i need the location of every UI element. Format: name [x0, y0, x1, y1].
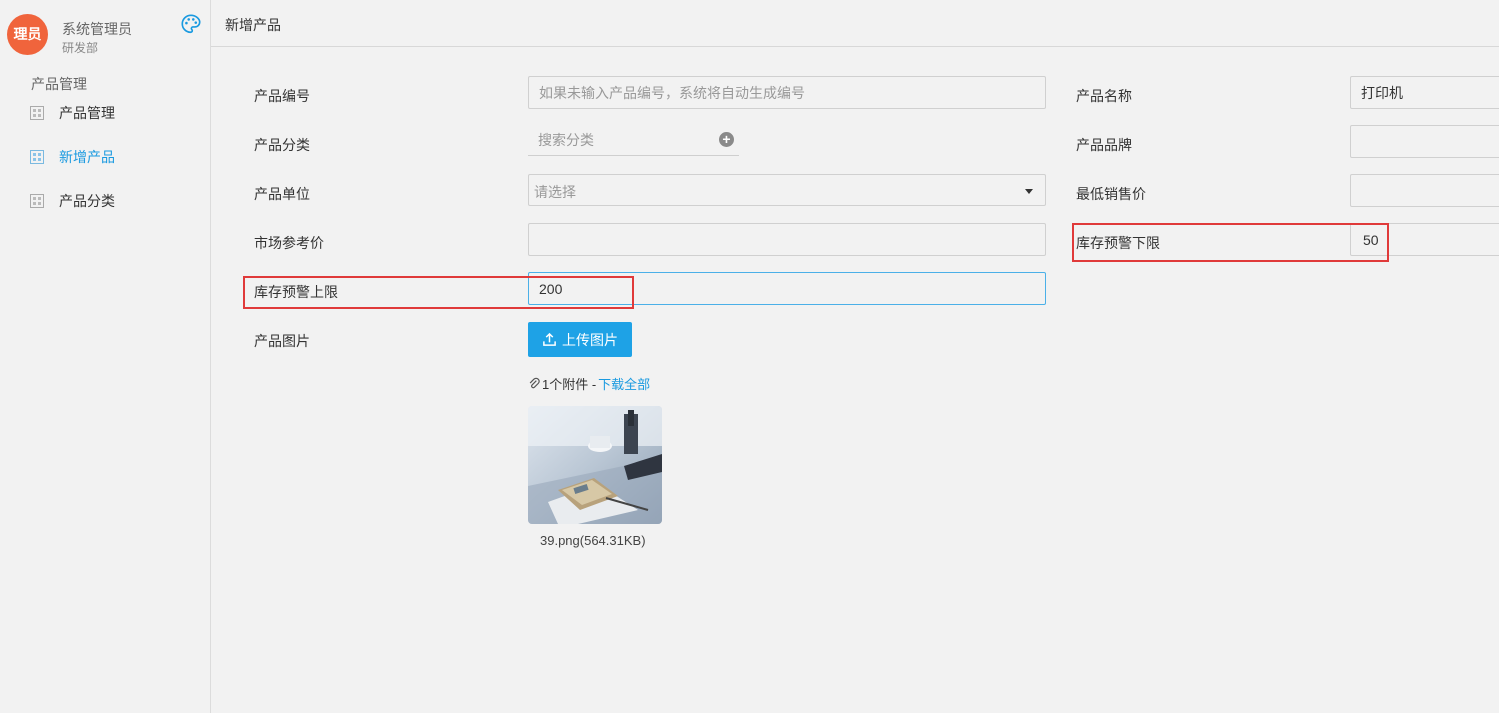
download-all-link[interactable]: 下载全部: [598, 374, 650, 393]
sidebar-item-label: 产品分类: [59, 193, 115, 209]
brand-label: 产品品牌: [1076, 137, 1132, 153]
sidebar-item-product-category[interactable]: 产品分类: [0, 181, 210, 221]
attachment-thumbnail[interactable]: [528, 406, 662, 524]
product-name-input[interactable]: [1350, 76, 1499, 109]
highlight-box: [1072, 223, 1389, 262]
add-category-icon[interactable]: +: [719, 132, 734, 147]
category-search: +: [528, 126, 739, 156]
upload-image-button[interactable]: 上传图片: [528, 322, 632, 357]
unit-select[interactable]: 请选择: [528, 174, 1046, 206]
category-search-input[interactable]: [528, 126, 708, 154]
product-code-label: 产品编号: [254, 88, 310, 104]
category-label: 产品分类: [254, 137, 310, 153]
product-form: 产品编号 产品名称 产品分类 + 产品品牌 产品单位 请选择 最低销售价 市场参…: [226, 62, 1499, 713]
min-price-input[interactable]: [1350, 174, 1499, 207]
user-dept: 研发部: [62, 41, 99, 55]
market-price-input[interactable]: [528, 223, 1046, 256]
attachment-count: 1个附件 -: [542, 377, 597, 392]
product-name-label: 产品名称: [1076, 88, 1132, 104]
nav-group-label: 产品管理: [31, 76, 87, 92]
office-photo-image: [528, 406, 662, 524]
sidebar-item-label: 新增产品: [59, 149, 115, 165]
chevron-down-icon: [1025, 189, 1033, 194]
market-price-label: 市场参考价: [254, 235, 324, 251]
highlight-box: [243, 276, 634, 309]
image-label: 产品图片: [254, 333, 310, 349]
user-name: 系统管理员: [62, 21, 132, 37]
upload-button-label: 上传图片: [562, 331, 618, 348]
paperclip-icon: [529, 377, 540, 389]
grid-icon: [30, 194, 44, 208]
grid-icon: [30, 150, 44, 164]
grid-icon: [30, 106, 44, 120]
palette-icon[interactable]: [180, 13, 202, 35]
sidebar-item-product-management[interactable]: 产品管理: [0, 93, 210, 133]
brand-input[interactable]: [1350, 125, 1499, 158]
min-price-label: 最低销售价: [1076, 186, 1146, 202]
page-header: 新增产品: [211, 0, 1499, 47]
sidebar: 理员 系统管理员 研发部 产品管理 产品管理 新增产品 产品分类: [0, 0, 211, 713]
upload-icon: [543, 332, 556, 346]
avatar[interactable]: 理员: [7, 14, 48, 55]
sidebar-item-label: 产品管理: [59, 105, 115, 121]
sidebar-item-add-product[interactable]: 新增产品: [0, 137, 210, 177]
page-title: 新增产品: [225, 17, 281, 33]
unit-label: 产品单位: [254, 186, 310, 202]
unit-select-value: 请选择: [534, 184, 576, 200]
product-code-input[interactable]: [528, 76, 1046, 109]
attachment-file-caption: 39.png(564.31KB): [540, 533, 646, 548]
attachment-summary: 1个附件 - 下载全部: [528, 374, 650, 393]
